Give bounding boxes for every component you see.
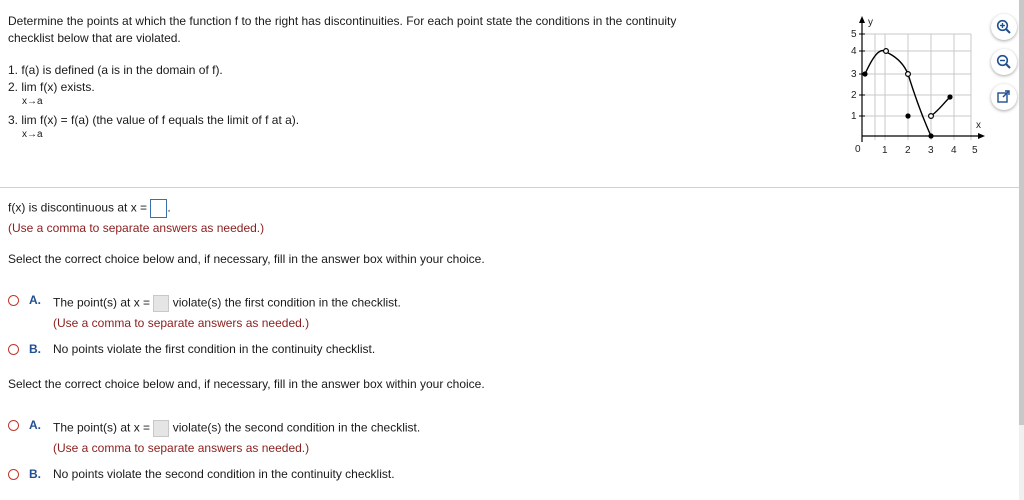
origin-label: 0 (855, 144, 861, 155)
part3-choice-a-pre: The point(s) at x = (53, 420, 151, 435)
function-graph: y x 0 1 2 3 4 5 1 2 3 4 5 (851, 16, 985, 156)
y-tick-1: 1 (851, 111, 857, 122)
x-tick-2: 2 (905, 145, 911, 156)
closed-point-right (947, 94, 953, 100)
zoom-out-button[interactable] (991, 49, 1017, 75)
closed-point-x2 (905, 113, 911, 119)
x-tick-5: 5 (972, 145, 978, 156)
part3-answer-box[interactable] (153, 420, 170, 437)
condition-1: 1. f(a) is defined (a is in the domain o… (8, 63, 223, 77)
discontinuity-answer-box[interactable] (150, 199, 168, 218)
part3-choice-a-letter: A. (29, 418, 41, 432)
condition-2: 2. lim f(x) exists. (8, 80, 95, 94)
part3-choice-a-row: The point(s) at x = violate(s) the secon… (53, 420, 420, 437)
problem-text-line1: Determine the points at which the functi… (8, 14, 677, 28)
zoom-out-icon (996, 54, 1011, 69)
part2-choice-a-row: The point(s) at x = violate(s) the first… (53, 295, 401, 312)
part2-choice-b-letter: B. (29, 342, 41, 356)
zoom-in-icon (996, 19, 1011, 34)
y-tick-5: 5 (851, 29, 857, 40)
curve-segment-1 (864, 49, 909, 75)
part2-answer-box[interactable] (153, 295, 170, 312)
x-axis-label: x (976, 120, 981, 131)
part1-hint: (Use a comma to separate answers as need… (8, 221, 265, 235)
part3-choice-b-text: No points violate the second condition i… (53, 467, 395, 481)
y-axis-label: y (868, 17, 873, 28)
part2-instruction: Select the correct choice below and, if … (8, 252, 485, 266)
part2-choice-b-text: No points violate the first condition in… (53, 342, 376, 356)
graph-grid (862, 33, 972, 140)
section-divider (0, 187, 1024, 188)
closed-point-x3 (928, 133, 934, 139)
problem-text-line2: checklist below that are violated. (8, 31, 181, 45)
curve-segment-3 (930, 96, 951, 117)
part2-choice-a-letter: A. (29, 293, 41, 307)
open-point-x2 (904, 70, 911, 77)
part1-period: . (167, 200, 171, 215)
condition-2-subscript: x→a (22, 96, 43, 107)
y-tick-4: 4 (851, 46, 857, 57)
part2-choice-a-pre: The point(s) at x = (53, 295, 151, 310)
popout-button[interactable] (991, 84, 1017, 110)
x-tick-3: 3 (928, 145, 934, 156)
condition-3-subscript: x→a (22, 129, 43, 140)
part3-choice-a-radio[interactable] (8, 420, 19, 431)
x-tick-4: 4 (951, 145, 957, 156)
open-point-peak (882, 47, 889, 54)
part1-prompt-row: f(x) is discontinuous at x = . (8, 199, 171, 218)
y-tick-3: 3 (851, 69, 857, 80)
condition-3: 3. lim f(x) = f(a) (the value of f equal… (8, 113, 300, 127)
part2-choice-a-radio[interactable] (8, 295, 19, 306)
closed-point-left (862, 71, 868, 77)
open-point-x3 (927, 112, 934, 119)
part3-choice-a-post: violate(s) the second condition in the c… (172, 420, 421, 435)
part2-choice-b-radio[interactable] (8, 344, 19, 355)
zoom-in-button[interactable] (991, 14, 1017, 40)
scrollbar-thumb[interactable] (1019, 0, 1024, 425)
y-tick-2: 2 (851, 90, 857, 101)
part3-choice-b-radio[interactable] (8, 469, 19, 480)
external-link-icon (997, 90, 1010, 103)
part3-choice-b-letter: B. (29, 467, 41, 481)
x-axis-arrow (978, 133, 985, 139)
part2-choice-a-post: violate(s) the first condition in the ch… (172, 295, 401, 310)
part1-prompt: f(x) is discontinuous at x = (8, 200, 148, 215)
curve-segment-2 (907, 73, 932, 137)
x-tick-1: 1 (882, 145, 888, 156)
part2-choice-a-hint: (Use a comma to separate answers as need… (53, 316, 310, 330)
part3-instruction: Select the correct choice below and, if … (8, 377, 485, 391)
part3-choice-a-hint: (Use a comma to separate answers as need… (53, 441, 310, 455)
y-axis-arrow (859, 16, 865, 23)
